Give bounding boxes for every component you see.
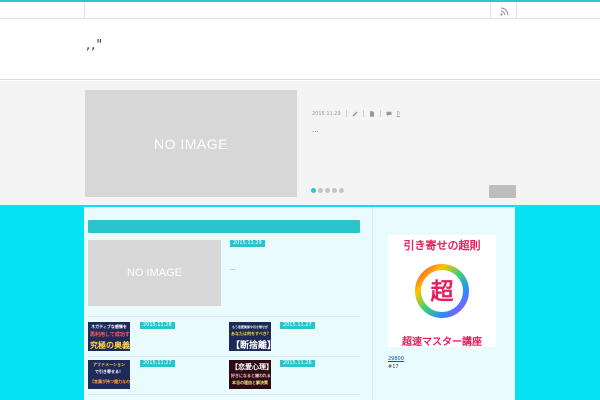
thumbnail-text: 再利用して成功する [90, 332, 130, 338]
date-badge: 2015.11.28 [140, 322, 175, 329]
article-thumbnail[interactable]: ネガティブな感情を 再利用して成功する 究極の奥義 [88, 322, 130, 351]
featured-slider: NO IMAGE 2015.11.29 0 ... [0, 81, 600, 205]
date-badge: 2015.11.27 [140, 360, 175, 367]
date-badge: 2015.11.26 [280, 360, 315, 367]
article-thumbnail[interactable]: 【恋愛心理】 好きになると嫌われる 本当の理由と解決策 [229, 360, 271, 389]
comment-icon [386, 111, 392, 116]
slider-dot[interactable] [325, 188, 330, 193]
banner-logo-char: 超 [431, 279, 455, 305]
top-bar [0, 2, 600, 19]
date-badge: 2015.11.27 [280, 322, 315, 329]
lead-article-excerpt: ... [230, 265, 236, 272]
slider-dot[interactable] [332, 188, 337, 193]
banner-subtitle: 超速マスター講座 [402, 337, 482, 348]
no-image-label: NO IMAGE [126, 267, 182, 279]
date-badge: 2015.11.29 [230, 240, 265, 247]
document-icon [369, 110, 374, 117]
category-header-bar [88, 220, 360, 233]
thumbnail-text: 【言葉が持つ魔力なの】 [90, 379, 130, 384]
no-image-label: NO IMAGE [153, 135, 228, 152]
article-thumbnail[interactable]: アファメーション で引き寄せる！ 【言葉が持つ魔力なの】 [88, 360, 130, 389]
meta-divider [345, 110, 347, 117]
meta-divider [362, 110, 364, 117]
meta-divider [379, 110, 381, 117]
thumbnail-text: アファメーション [93, 362, 125, 367]
thumbnail-text: で引き寄せる！ [95, 369, 123, 374]
top-bar-divider [516, 2, 517, 19]
slide-meta: 2015.11.29 0 [312, 110, 400, 117]
thumbnail-text: ネガティブな感情を [91, 324, 127, 329]
thumbnail-text: 本当の理由と解決策 [232, 380, 268, 385]
thumbnail-text: 【断捨離】 [231, 341, 271, 351]
site-header: ,," [0, 20, 600, 80]
divider [88, 356, 360, 357]
thumbnail-text: 好きになると嫌われる [231, 373, 271, 378]
sidebar-text: #17 [388, 364, 399, 370]
slide-excerpt: ... [312, 126, 319, 134]
divider [88, 316, 360, 317]
comment-count[interactable]: 0 [397, 111, 400, 117]
pencil-icon [352, 111, 358, 116]
thumbnail-text: 究極の奥義 [90, 341, 130, 350]
thumbnail-text: もう恋愛関係や引き寄せが [232, 325, 268, 329]
slider-dot[interactable] [339, 188, 344, 193]
top-bar-divider [84, 2, 85, 19]
slide-image[interactable]: NO IMAGE [85, 90, 297, 197]
divider [88, 394, 360, 395]
slider-dots [311, 188, 344, 193]
slider-dot[interactable] [318, 188, 323, 193]
rss-icon[interactable] [500, 7, 509, 16]
thumbnail-text: 【恋愛心理】 [231, 363, 271, 371]
banner-title: 引き寄せの超則 [403, 239, 481, 252]
lead-article-image[interactable]: NO IMAGE [88, 240, 221, 306]
site-title[interactable]: ,," [86, 38, 103, 53]
sidebar-banner[interactable]: 引き寄せの超則 超 超速マスター講座 [388, 235, 496, 348]
article-thumbnail[interactable]: もう恋愛関係や引き寄せが あなたは何をすべき？ 【断捨離】 [229, 322, 271, 351]
top-bar-divider [490, 2, 491, 19]
thumbnail-text: あなたは何をすべき？ [231, 331, 271, 336]
sidebar-link[interactable]: 29800 [388, 356, 404, 362]
slide-date: 2015.11.29 [312, 110, 341, 117]
slider-dot[interactable] [311, 188, 316, 193]
slider-more-button[interactable] [489, 185, 516, 198]
rainbow-ring-logo: 超 [414, 254, 470, 328]
